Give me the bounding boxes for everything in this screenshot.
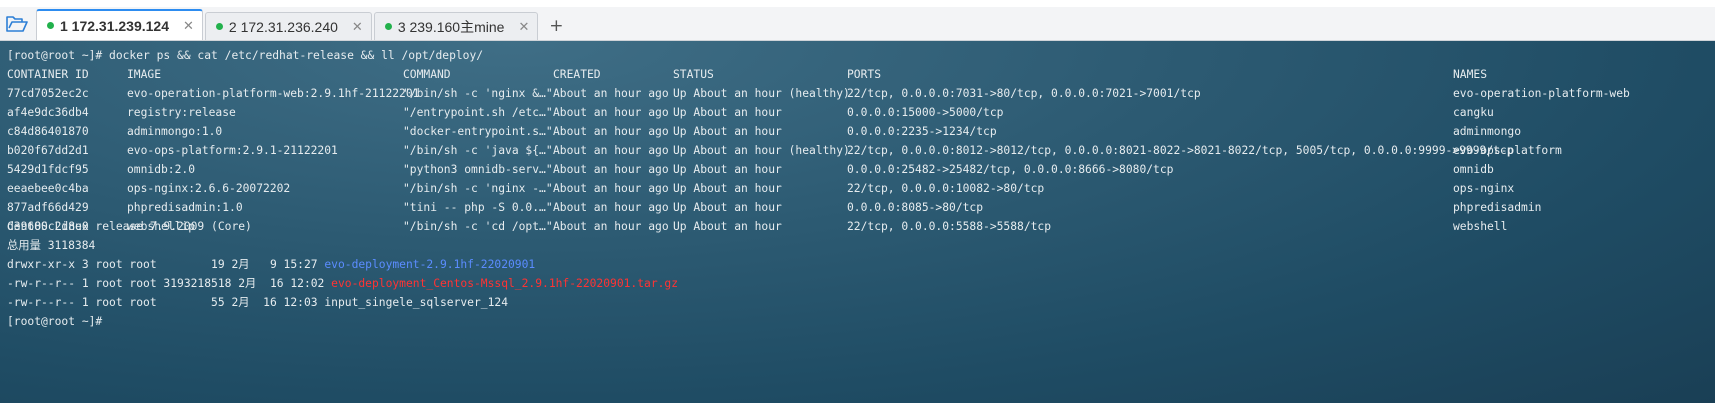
container-command: "/bin/sh -c 'nginx -…" [403, 182, 553, 195]
folder-icon[interactable] [0, 7, 34, 40]
container-command: "/bin/sh -c 'java ${…" [403, 144, 553, 157]
container-command: "/bin/sh -c 'cd /opt…" [403, 220, 553, 233]
container-status: Up About an hour [673, 201, 782, 214]
listing-row: -rw-r--r-- 1 root root 3193218518 2月 16 … [7, 274, 678, 293]
container-name: phpredisadmin [1453, 201, 1542, 214]
container-id: eeaebee0c4ba [7, 182, 89, 195]
shell-prompt: [root@root ~]# [7, 315, 103, 328]
container-created: About an hour ago [553, 220, 669, 233]
connected-status-icon [384, 23, 392, 30]
listing-meta: drwxr-xr-x 3 root root 19 2月 9 15:27 [7, 258, 325, 271]
top-strip [0, 0, 1715, 7]
listing-directory-name: evo-deployment-2.9.1hf-22020901 [324, 258, 536, 271]
container-status: Up About an hour (healthy) [673, 87, 850, 100]
connected-status-icon [215, 23, 223, 30]
close-icon[interactable]: ✕ [518, 19, 529, 35]
container-ports: 22/tcp, 0.0.0.0:10082->80/tcp [847, 182, 1045, 195]
container-name: ops-nginx [1453, 182, 1515, 195]
container-id: 877adf66d429 [7, 201, 89, 214]
container-name: omnidb [1453, 163, 1494, 176]
header-ports: PORTS [847, 68, 882, 81]
header-status: STATUS [673, 68, 714, 81]
container-ports: 0.0.0.0:2235->1234/tcp [847, 125, 997, 138]
container-command: "tini -- php -S 0.0.…" [403, 201, 553, 214]
container-created: About an hour ago [553, 163, 669, 176]
header-names: NAMES [1453, 68, 1488, 81]
tab-label: 1 172.31.239.124 [60, 17, 169, 34]
container-image: ops-nginx:2.6.6-20072202 [127, 182, 291, 195]
container-image: omnidb:2.0 [127, 163, 196, 176]
container-name: webshell [1453, 220, 1508, 233]
container-created: About an hour ago [553, 201, 669, 214]
container-ports: 0.0.0.0:25482->25482/tcp, 0.0.0.0:8666->… [847, 163, 1174, 176]
container-status: Up About an hour [673, 182, 782, 195]
container-command: "/entrypoint.sh /etc…" [403, 106, 553, 119]
container-command: "docker-entrypoint.s…" [403, 125, 553, 138]
tab-session-3[interactable]: 3 239.160主mine ✕ [373, 12, 539, 40]
container-ports: 22/tcp, 0.0.0.0:7031->80/tcp, 0.0.0.0:70… [847, 87, 1201, 100]
total-line: 总用量 3118384 [7, 239, 96, 252]
container-status: Up About an hour [673, 106, 782, 119]
container-image: adminmongo:1.0 [127, 125, 223, 138]
container-created: About an hour ago [553, 125, 669, 138]
container-ports: 22/tcp, 0.0.0.0:8012->8012/tcp, 0.0.0.0:… [847, 144, 1514, 157]
container-image: phpredisadmin:1.0 [127, 201, 243, 214]
tab-label: 3 239.160主mine [397, 18, 505, 35]
container-created: About an hour ago [553, 144, 669, 157]
session-tab-bar: 1 172.31.239.124 ✕ 2 172.31.236.240 ✕ 3 … [0, 7, 1715, 41]
close-icon[interactable]: ✕ [352, 19, 363, 35]
listing-meta: -rw-r--r-- 1 root root 55 2月 16 12:03 [7, 296, 325, 309]
container-created: About an hour ago [553, 182, 669, 195]
container-status: Up About an hour (healthy) [673, 144, 850, 157]
terminal-output[interactable]: [root@root ~]# docker ps && cat /etc/red… [0, 41, 1715, 403]
container-id: af4e9dc36db4 [7, 106, 89, 119]
close-icon[interactable]: ✕ [183, 18, 194, 34]
header-image: IMAGE [127, 68, 162, 81]
container-ports: 0.0.0.0:15000->5000/tcp [847, 106, 1004, 119]
container-status: Up About an hour [673, 163, 782, 176]
tab-label: 2 172.31.236.240 [228, 18, 338, 35]
container-id: b020f67dd2d1 [7, 144, 89, 157]
listing-meta: -rw-r--r-- 1 root root 3193218518 2月 16 … [7, 277, 332, 290]
container-name: evo-operation-platform-web [1453, 87, 1630, 100]
container-id: 5429d1fdcf95 [7, 163, 89, 176]
header-command: COMMAND [403, 68, 451, 81]
tab-session-2[interactable]: 2 172.31.236.240 ✕ [204, 12, 372, 40]
container-status: Up About an hour [673, 125, 782, 138]
header-container-id: CONTAINER ID [7, 68, 89, 81]
container-name: cangku [1453, 106, 1494, 119]
container-ports: 0.0.0.0:8085->80/tcp [847, 201, 984, 214]
container-command: "python3 omnidb-serv…" [403, 163, 553, 176]
listing-row: -rw-r--r-- 1 root root 55 2月 16 12:03 in… [7, 293, 508, 312]
container-created: About an hour ago [553, 87, 669, 100]
listing-row: drwxr-xr-x 3 root root 19 2月 9 15:27 evo… [7, 255, 535, 274]
container-command: "/bin/sh -c 'nginx &…" [403, 87, 553, 100]
terminal-app-window: 1 172.31.239.124 ✕ 2 172.31.236.240 ✕ 3 … [0, 0, 1715, 403]
container-ports: 22/tcp, 0.0.0.0:5588->5588/tcp [847, 220, 1052, 233]
command-line: [root@root ~]# docker ps && cat /etc/red… [7, 49, 484, 62]
container-name: evo-ops-platform [1453, 144, 1562, 157]
container-id: 77cd7052ec2c [7, 87, 89, 100]
container-image: registry:release [127, 106, 236, 119]
listing-archive-name: evo-deployment_Centos-Mssql_2.9.1hf-2202… [331, 277, 679, 290]
add-tab-button[interactable]: + [542, 12, 570, 40]
tab-session-1[interactable]: 1 172.31.239.124 ✕ [36, 9, 203, 40]
container-id: c84d86401870 [7, 125, 89, 138]
container-image: evo-ops-platform:2.9.1-21122201 [127, 144, 338, 157]
release-line: CentOS Linux release 7.9.2009 (Core) [7, 220, 252, 233]
header-created: CREATED [553, 68, 601, 81]
connected-status-icon [47, 22, 54, 29]
container-created: About an hour ago [553, 106, 669, 119]
container-name: adminmongo [1453, 125, 1522, 138]
container-image: evo-operation-platform-web:2.9.1hf-21122… [127, 87, 420, 100]
container-status: Up About an hour [673, 220, 782, 233]
listing-file-name: input_singele_sqlserver_124 [324, 296, 508, 309]
